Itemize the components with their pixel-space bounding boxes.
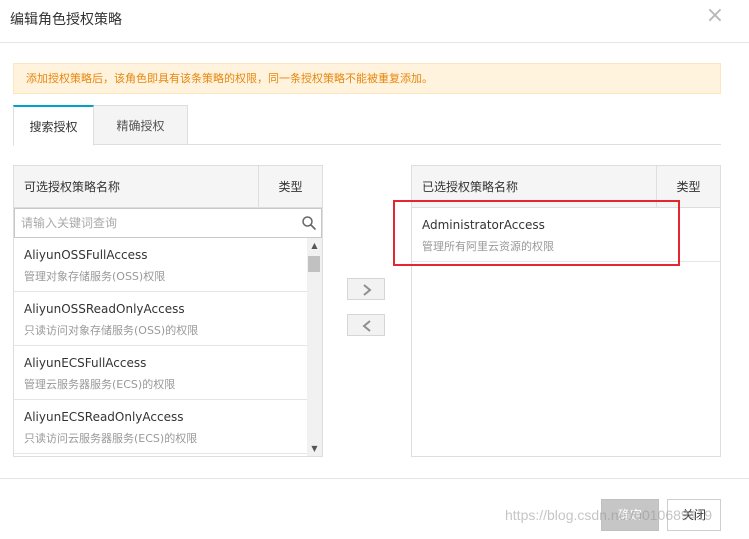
available-type-column-header: 类型 — [258, 166, 322, 208]
selected-policies-panel: 已选授权策略名称 类型 AdministratorAccess 管理所有阿里云资… — [411, 165, 721, 457]
available-policy-list: AliyunOSSFullAccess 管理对象存储服务(OSS)权限 Aliy… — [14, 238, 307, 456]
selected-header: 已选授权策略名称 类型 — [412, 166, 720, 208]
close-button[interactable]: 关闭 — [667, 499, 721, 531]
scroll-up-arrow-icon[interactable]: ▲ — [307, 238, 322, 253]
chevron-left-icon — [362, 320, 371, 332]
tab-exact-authorization[interactable]: 精确授权 — [94, 105, 188, 145]
chevron-right-icon — [363, 284, 372, 296]
policy-description: 只读访问对象存储服务(OSS)的权限 — [24, 324, 199, 337]
available-policies-panel: 可选授权策略名称 类型 AliyunOSSFullAccess 管理对象存储服务… — [13, 165, 323, 457]
close-icon[interactable]: × — [705, 5, 725, 27]
list-item[interactable]: AliyunECSFullAccess 管理云服务器服务(ECS)的权限 — [14, 346, 307, 400]
list-item[interactable]: AliyunOSSFullAccess 管理对象存储服务(OSS)权限 — [14, 238, 307, 292]
search-box — [14, 208, 322, 238]
policy-name: AdministratorAccess — [422, 218, 545, 232]
confirm-button[interactable]: 确定 — [601, 499, 659, 531]
add-policy-button[interactable] — [347, 278, 385, 300]
list-item[interactable]: AliyunOSSReadOnlyAccess 只读访问对象存储服务(OSS)的… — [14, 292, 307, 346]
scroll-thumb[interactable] — [308, 256, 320, 272]
policy-name: AliyunOSSReadOnlyAccess — [24, 302, 185, 316]
selected-name-column-header: 已选授权策略名称 — [422, 180, 519, 194]
policy-name: AliyunECSFullAccess — [24, 356, 147, 370]
search-input[interactable] — [21, 213, 291, 233]
policy-description: 管理对象存储服务(OSS)权限 — [24, 270, 166, 283]
tab-bar: 搜索授权 精确授权 — [13, 105, 721, 146]
tab-search-authorization[interactable]: 搜索授权 — [13, 105, 94, 146]
scroll-down-arrow-icon[interactable]: ▼ — [307, 441, 322, 456]
selected-type-column-header: 类型 — [656, 166, 720, 208]
policy-description: 管理所有阿里云资源的权限 — [422, 240, 554, 253]
search-icon[interactable] — [301, 215, 317, 231]
list-item[interactable]: AliyunECSReadOnlyAccess 只读访问云服务器服务(ECS)的… — [14, 400, 307, 454]
list-scrollbar[interactable]: ▲ ▼ — [307, 238, 322, 456]
remove-policy-button[interactable] — [347, 314, 385, 336]
dialog-header: 编辑角色授权策略 × — [0, 0, 749, 43]
policy-name: AliyunECSReadOnlyAccess — [24, 410, 184, 424]
policy-description: 只读访问云服务器服务(ECS)的权限 — [24, 432, 198, 445]
info-notice: 添加授权策略后，该角色即具有该条策略的权限，同一条授权策略不能被重复添加。 — [13, 63, 721, 94]
dialog-footer: 确定 关闭 — [0, 478, 749, 539]
available-name-column-header: 可选授权策略名称 — [24, 180, 121, 194]
list-item[interactable]: AdministratorAccess 管理所有阿里云资源的权限 — [412, 208, 720, 262]
policy-description: 管理云服务器服务(ECS)的权限 — [24, 378, 176, 391]
policy-name: AliyunOSSFullAccess — [24, 248, 148, 262]
dialog-title: 编辑角色授权策略 — [10, 12, 122, 28]
available-header: 可选授权策略名称 类型 — [14, 166, 322, 208]
